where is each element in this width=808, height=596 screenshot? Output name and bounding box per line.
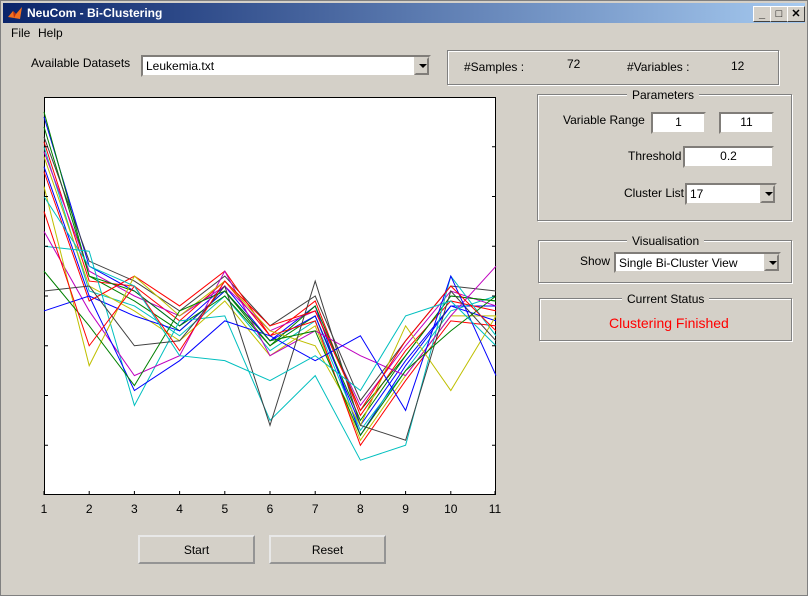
visualisation-title: Visualisation xyxy=(627,234,705,248)
window-title: NeuCom - Bi-Clustering xyxy=(27,6,163,20)
x-tick-label: 2 xyxy=(86,502,93,516)
available-datasets-label: Available Datasets xyxy=(31,56,131,70)
series-line xyxy=(43,231,497,377)
chevron-down-icon[interactable] xyxy=(414,57,429,75)
status-panel: Current Status Clustering Finished xyxy=(539,292,792,341)
variable-range-label: Variable Range xyxy=(563,113,645,127)
x-tick-label: 4 xyxy=(176,502,183,516)
x-tick-label: 8 xyxy=(357,502,364,516)
status-title: Current Status xyxy=(622,292,710,306)
x-tick-label: 10 xyxy=(444,502,458,516)
variables-value: 12 xyxy=(731,59,745,73)
visualisation-select[interactable]: Single Bi-Cluster View xyxy=(614,252,781,273)
x-tick-label: 9 xyxy=(402,502,409,516)
show-label: Show xyxy=(580,254,611,268)
line-chart xyxy=(43,111,497,461)
threshold-input[interactable]: 0.2 xyxy=(683,146,774,168)
title-bar: NeuCom - Bi-Clustering _ □ ✕ xyxy=(3,3,805,23)
samples-value: 72 xyxy=(567,57,581,71)
cluster-list-value: 17 xyxy=(690,187,704,201)
matlab-logo-icon xyxy=(8,7,22,19)
menu-file[interactable]: File xyxy=(11,26,30,40)
dataset-select-value: Leukemia.txt xyxy=(146,59,215,73)
x-tick-label: 1 xyxy=(41,502,48,516)
series-line xyxy=(43,166,497,427)
variables-label: #Variables : xyxy=(627,60,690,74)
series-line xyxy=(43,156,496,442)
parameters-panel: Parameters Variable Range 1 11 Threshold… xyxy=(537,88,792,221)
cluster-list-select[interactable]: 17 xyxy=(685,183,777,205)
series-line xyxy=(43,274,497,412)
x-tick-label: 7 xyxy=(312,502,319,516)
menu-help[interactable]: Help xyxy=(38,26,63,40)
visualisation-select-value: Single Bi-Cluster View xyxy=(619,256,738,270)
menu-bar: File Help xyxy=(3,23,805,43)
range-to-input[interactable]: 11 xyxy=(719,112,774,134)
minimize-button[interactable]: _ xyxy=(753,6,771,22)
parameters-title: Parameters xyxy=(627,88,700,102)
status-text: Clustering Finished xyxy=(609,315,729,331)
chevron-down-icon[interactable] xyxy=(760,185,775,203)
close-button[interactable]: ✕ xyxy=(787,6,805,22)
series-line xyxy=(43,126,497,422)
threshold-label: Threshold xyxy=(628,149,682,163)
start-button[interactable]: Start xyxy=(138,535,255,564)
app-window: NeuCom - Bi-Clustering _ □ ✕ File Help A… xyxy=(0,0,808,596)
range-from-input[interactable]: 1 xyxy=(651,112,706,134)
maximize-button[interactable]: □ xyxy=(770,6,788,22)
chevron-down-icon[interactable] xyxy=(764,254,779,271)
x-tick-label: 11 xyxy=(489,502,502,516)
samples-label: #Samples : xyxy=(464,60,525,74)
series-line xyxy=(43,270,497,437)
dataset-info-panel: #Samples : 72 #Variables : 12 xyxy=(447,50,779,85)
visualisation-panel: Visualisation Show Single Bi-Cluster Vie… xyxy=(538,234,792,283)
reset-button[interactable]: Reset xyxy=(269,535,386,564)
cluster-list-label: Cluster List xyxy=(624,186,685,200)
x-tick-label: 5 xyxy=(221,502,228,516)
x-tick-label: 6 xyxy=(267,502,274,516)
x-tick-label: 3 xyxy=(131,502,138,516)
dataset-select[interactable]: Leukemia.txt xyxy=(141,55,431,77)
plot-area xyxy=(43,97,497,495)
